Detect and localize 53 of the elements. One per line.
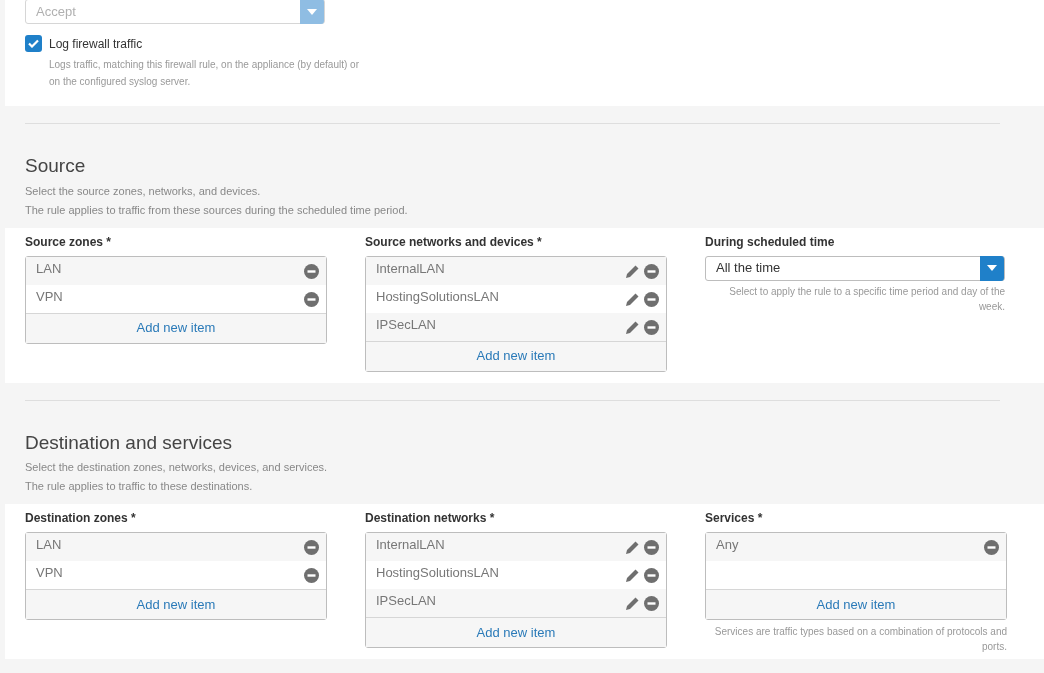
remove-icon[interactable] (304, 540, 319, 555)
remove-icon[interactable] (304, 263, 319, 279)
dropdown-value: All the time (715, 259, 781, 278)
dropdown-button[interactable] (980, 255, 1004, 281)
add-item-button[interactable]: Add new item (366, 340, 666, 371)
remove-icon[interactable] (984, 540, 999, 555)
add-item-button[interactable]: Add new item (26, 312, 326, 343)
remove-icon[interactable] (644, 568, 659, 583)
list-item[interactable]: Any (706, 533, 1006, 561)
pencil-icon[interactable] (625, 263, 640, 279)
dropdown-field[interactable]: All the time (705, 255, 1005, 281)
field-label: Source zones * (25, 233, 113, 251)
checkbox-hint: Logs traffic, matching this firewall rule, on the appliance (by default) or on the configured syslog server. (49, 58, 360, 89)
pencil-icon[interactable] (625, 291, 640, 307)
pencil-icon[interactable] (625, 540, 640, 555)
field-label: Services * (705, 510, 764, 527)
field-label: Destination networks * (365, 510, 496, 527)
section-title: Destination and services (25, 430, 233, 455)
section-description: The rule applies to traffic to these destinations. (25, 479, 254, 494)
remove-icon[interactable] (304, 568, 319, 583)
field-label: Destination zones * (25, 510, 137, 527)
remove-icon[interactable] (644, 263, 659, 279)
pencil-icon[interactable] (625, 596, 640, 611)
field-label: During scheduled time (705, 233, 836, 251)
caret-icon (307, 8, 317, 15)
remove-icon[interactable] (644, 540, 659, 555)
list-item[interactable]: IPSecLAN (366, 312, 666, 341)
caret-icon (987, 265, 997, 271)
remove-icon[interactable] (644, 596, 659, 611)
list-item[interactable]: IPSecLAN (366, 589, 666, 617)
pencil-icon[interactable] (625, 319, 640, 335)
dropdown-value: Accept (35, 2, 76, 21)
checkbox[interactable] (25, 35, 42, 52)
add-item-button[interactable]: Add new item (706, 589, 1006, 619)
list-item[interactable]: InternalLAN (366, 533, 666, 561)
pencil-icon[interactable] (625, 568, 640, 583)
remove-icon[interactable] (304, 291, 319, 307)
section-description: Select the destination zones, networks, devices, and services. (25, 460, 329, 475)
checkmark-icon (28, 39, 39, 48)
remove-icon[interactable] (644, 291, 659, 307)
section-description: Select the source zones, networks, and devices. (25, 183, 262, 199)
list-item[interactable]: LAN (26, 256, 326, 285)
field-hint: Select to apply the rule to a specific time period and day of the week. (728, 284, 1005, 314)
checkbox-label: Log firewall traffic (49, 36, 144, 53)
section-title: Source (25, 154, 87, 178)
field-hint: Services are traffic types based on a combination of protocols and ports. (713, 625, 1007, 654)
field-label: Source networks and devices * (365, 233, 543, 251)
list-item[interactable]: LAN (26, 533, 326, 561)
add-item-button[interactable]: Add new item (26, 589, 326, 619)
section-description: The rule applies to traffic from these sources during the scheduled time period. (25, 202, 409, 218)
list-item[interactable]: InternalLAN (366, 256, 666, 285)
remove-icon[interactable] (644, 319, 659, 335)
add-item-button[interactable]: Add new item (366, 617, 666, 647)
